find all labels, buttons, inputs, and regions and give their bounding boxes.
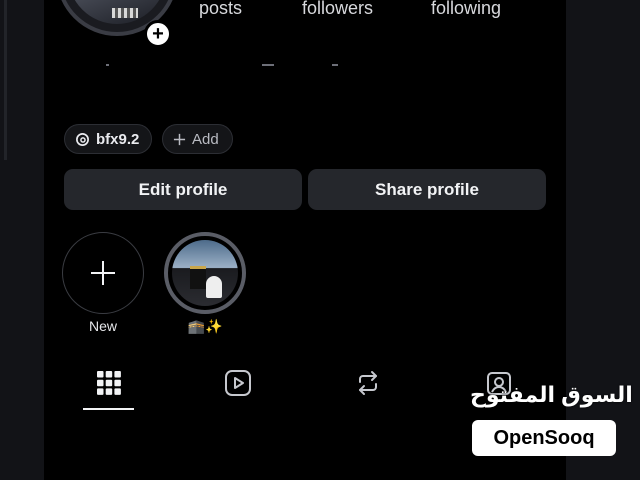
add-story-plus-icon[interactable]: + <box>144 20 172 48</box>
threads-badge[interactable]: bfx9.2 <box>64 124 152 154</box>
plus-icon <box>173 133 186 146</box>
bio-mark <box>106 64 109 66</box>
new-highlight-button[interactable] <box>62 232 144 314</box>
tab-reposts[interactable] <box>351 366 385 400</box>
tab-grid[interactable] <box>92 366 126 400</box>
add-chip-label: Add <box>192 130 219 148</box>
watermark-arabic: السوق المفتوح <box>470 382 633 407</box>
add-link-chip[interactable]: Add <box>162 124 233 154</box>
plus-icon <box>91 261 115 285</box>
following-label[interactable]: following <box>431 0 501 19</box>
left-dark-margin <box>0 0 44 480</box>
kaaba-shape <box>190 266 206 289</box>
threads-handle: bfx9.2 <box>96 130 140 148</box>
person-shape <box>206 276 222 298</box>
posts-label[interactable]: posts <box>199 0 242 19</box>
share-profile-button[interactable]: Share profile <box>308 169 546 210</box>
followers-label[interactable]: followers <box>302 0 373 19</box>
avatar-detail <box>112 8 138 18</box>
edit-profile-button[interactable]: Edit profile <box>64 169 302 210</box>
bio-mark <box>332 64 338 66</box>
right-dark-margin <box>566 0 640 480</box>
tab-reels[interactable] <box>221 366 255 400</box>
bio-mark <box>262 64 274 66</box>
story-highlight-label: 🕋✨ <box>187 318 223 334</box>
watermark-logo: OpenSooq <box>472 420 616 456</box>
margin-edge <box>4 0 7 160</box>
repost-icon <box>359 371 377 395</box>
active-tab-indicator <box>83 408 134 410</box>
grid-icon <box>97 371 121 395</box>
new-highlight-label: New <box>88 318 117 334</box>
story-highlight[interactable] <box>164 232 246 314</box>
profile-screen: + posts followers following bfx9.2 Add E… <box>44 0 566 480</box>
threads-icon <box>75 132 90 147</box>
reels-icon <box>225 370 251 396</box>
